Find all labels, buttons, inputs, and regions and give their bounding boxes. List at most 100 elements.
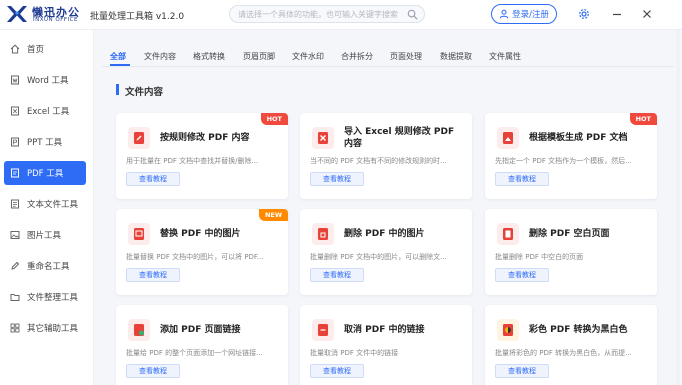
sidebar-item-image[interactable]: 图片工具 xyxy=(4,223,86,247)
card-title: 彩色 PDF 转换为黑白色 xyxy=(529,325,628,335)
view-tutorial-button[interactable]: 查看教程 xyxy=(126,364,180,378)
excel-rule-icon xyxy=(312,127,334,149)
tab-data-extract[interactable]: 数据提取 xyxy=(440,51,472,62)
tool-card[interactable]: 取消 PDF 中的链接 批量取消 PDF 文件中的链接 查看教程 xyxy=(300,305,472,385)
card-title: 根据模板生成 PDF 文档 xyxy=(529,133,628,143)
card-description: 当不同的 PDF 文档有不同的修改规则的时... xyxy=(310,157,447,165)
tab-all[interactable]: 全部 xyxy=(110,51,126,62)
card-description: 批量给 PDF 的整个页面添加一个网址链接... xyxy=(126,349,263,357)
card-description: 批量取消 PDF 文件中的链接 xyxy=(310,349,399,357)
image-icon xyxy=(10,231,20,239)
tool-card[interactable]: 删除 PDF 中的图片 批量删除 PDF 文档中的图片，可以删除文... 查看教… xyxy=(300,209,472,295)
app-title: 批量处理工具箱 v1.2.0 xyxy=(90,12,185,22)
tools-icon xyxy=(10,323,20,333)
hot-badge: HOT xyxy=(629,113,657,125)
tool-card[interactable]: HOT 按规则修改 PDF 内容 用于批量在 PDF 文档中查找并替换/删除..… xyxy=(116,113,288,199)
pdf-icon xyxy=(11,168,19,178)
tab-file-properties[interactable]: 文件属性 xyxy=(489,51,521,62)
card-description: 批量将彩色的 PDF 转换为黑白色，从而提... xyxy=(495,349,632,357)
settings-gear-icon[interactable] xyxy=(578,8,590,20)
card-description: 批量删除 PDF 文档中的图片，可以删除文... xyxy=(310,253,447,261)
delete-image-icon xyxy=(312,223,334,245)
login-register-button[interactable]: 登录/注册 xyxy=(491,4,557,24)
text-file-icon xyxy=(11,199,19,209)
scrollbar[interactable] xyxy=(676,30,680,385)
replace-image-icon xyxy=(128,223,150,245)
sidebar-item-label: 文件整理工具 xyxy=(27,293,79,303)
card-title: 导入 Excel 规则修改 PDF 内容 xyxy=(344,127,455,149)
title-bar: 懒迅办公 INXUN OFFICE 批量处理工具箱 v1.2.0 登录/注册 xyxy=(0,0,682,30)
search-box[interactable] xyxy=(229,5,425,23)
view-tutorial-button[interactable]: 查看教程 xyxy=(495,268,549,282)
hot-badge: HOT xyxy=(260,113,288,125)
pdf-edit-icon xyxy=(128,127,150,149)
sidebar-item-other-tools[interactable]: 其它辅助工具 xyxy=(4,316,86,340)
card-description: 先指定一个 PDF 文档作为一个模板，然后... xyxy=(495,157,632,165)
new-badge: NEW xyxy=(258,209,288,221)
section-marker xyxy=(116,84,119,95)
view-tutorial-button[interactable]: 查看教程 xyxy=(126,268,180,282)
card-description: 批量删除 PDF 中空白的页面 xyxy=(495,253,584,261)
sidebar-item-home[interactable]: 首页 xyxy=(4,37,86,61)
tab-page-process[interactable]: 页面处理 xyxy=(390,51,422,62)
tab-file-content[interactable]: 文件内容 xyxy=(144,51,176,62)
tool-card[interactable]: 添加 PDF 页面链接 批量给 PDF 的整个页面添加一个网址链接... 查看教… xyxy=(116,305,288,385)
tab-header-footer[interactable]: 页眉页脚 xyxy=(243,51,275,62)
rename-icon xyxy=(11,261,20,270)
word-icon xyxy=(11,75,19,85)
card-title: 添加 PDF 页面链接 xyxy=(160,325,241,335)
brand-subtitle: INXUN OFFICE xyxy=(33,17,78,23)
tool-card[interactable]: 导入 Excel 规则修改 PDF 内容 当不同的 PDF 文档有不同的修改规则… xyxy=(300,113,472,199)
folder-icon xyxy=(10,294,20,301)
card-description: 批量替换 PDF 文档中的图片，可以将 PDF... xyxy=(126,253,264,261)
sidebar: 首页 Word 工具 Excel 工具 PPT 工具 PDF 工具 文本文件工具… xyxy=(0,30,94,385)
card-title: 替换 PDF 中的图片 xyxy=(160,229,241,239)
sidebar-item-label: PDF 工具 xyxy=(27,169,64,179)
home-icon xyxy=(10,44,20,54)
user-icon xyxy=(499,9,509,19)
template-icon xyxy=(497,127,519,149)
view-tutorial-button[interactable]: 查看教程 xyxy=(495,172,549,186)
view-tutorial-button[interactable]: 查看教程 xyxy=(495,364,549,378)
close-icon[interactable] xyxy=(641,8,653,20)
section-title: 文件内容 xyxy=(125,87,164,98)
view-tutorial-button[interactable]: 查看教程 xyxy=(126,172,180,186)
card-title: 按规则修改 PDF 内容 xyxy=(160,133,250,143)
sidebar-item-label: 文本文件工具 xyxy=(27,200,79,210)
sidebar-item-label: PPT 工具 xyxy=(27,138,63,148)
delete-blank-page-icon xyxy=(497,223,519,245)
tool-card[interactable]: 彩色 PDF 转换为黑白色 批量将彩色的 PDF 转换为黑白色，从而提... 查… xyxy=(485,305,657,385)
tool-card[interactable]: HOT 根据模板生成 PDF 文档 先指定一个 PDF 文档作为一个模板，然后.… xyxy=(485,113,657,199)
sidebar-item-label: 首页 xyxy=(27,45,45,55)
search-icon[interactable] xyxy=(407,9,418,20)
card-title: 取消 PDF 中的链接 xyxy=(344,325,425,335)
view-tutorial-button[interactable]: 查看教程 xyxy=(310,172,364,186)
tabs-divider xyxy=(102,66,674,67)
ppt-icon xyxy=(11,137,19,147)
tab-watermark[interactable]: 文件水印 xyxy=(292,51,324,62)
sidebar-item-ppt[interactable]: PPT 工具 xyxy=(4,130,86,154)
minimize-icon[interactable] xyxy=(611,8,623,20)
card-title: 删除 PDF 空白页面 xyxy=(529,229,610,239)
view-tutorial-button[interactable]: 查看教程 xyxy=(310,268,364,282)
search-input[interactable] xyxy=(238,6,398,22)
sidebar-item-file-organize[interactable]: 文件整理工具 xyxy=(4,285,86,309)
sidebar-item-pdf[interactable]: PDF 工具 xyxy=(4,161,86,185)
view-tutorial-button[interactable]: 查看教程 xyxy=(310,364,364,378)
tab-format-convert[interactable]: 格式转换 xyxy=(193,51,225,62)
sidebar-item-word[interactable]: Word 工具 xyxy=(4,68,86,92)
tool-card[interactable]: 删除 PDF 空白页面 批量删除 PDF 中空白的页面 查看教程 xyxy=(485,209,657,295)
sidebar-item-label: 重命名工具 xyxy=(27,262,70,272)
card-description: 用于批量在 PDF 文档中查找并替换/删除... xyxy=(126,157,259,165)
tool-card[interactable]: NEW 替换 PDF 中的图片 批量替换 PDF 文档中的图片，可以将 PDF.… xyxy=(116,209,288,295)
tab-merge-split[interactable]: 合并拆分 xyxy=(341,51,373,62)
sidebar-item-label: 图片工具 xyxy=(27,231,62,241)
sidebar-item-rename[interactable]: 重命名工具 xyxy=(4,254,86,278)
sidebar-item-excel[interactable]: Excel 工具 xyxy=(4,99,86,123)
add-link-icon xyxy=(128,319,150,341)
login-register-label: 登录/注册 xyxy=(512,10,549,20)
sidebar-item-text-file[interactable]: 文本文件工具 xyxy=(4,192,86,216)
remove-link-icon xyxy=(312,319,334,341)
sidebar-item-label: Word 工具 xyxy=(27,76,69,86)
brand-logo-icon xyxy=(7,6,27,22)
